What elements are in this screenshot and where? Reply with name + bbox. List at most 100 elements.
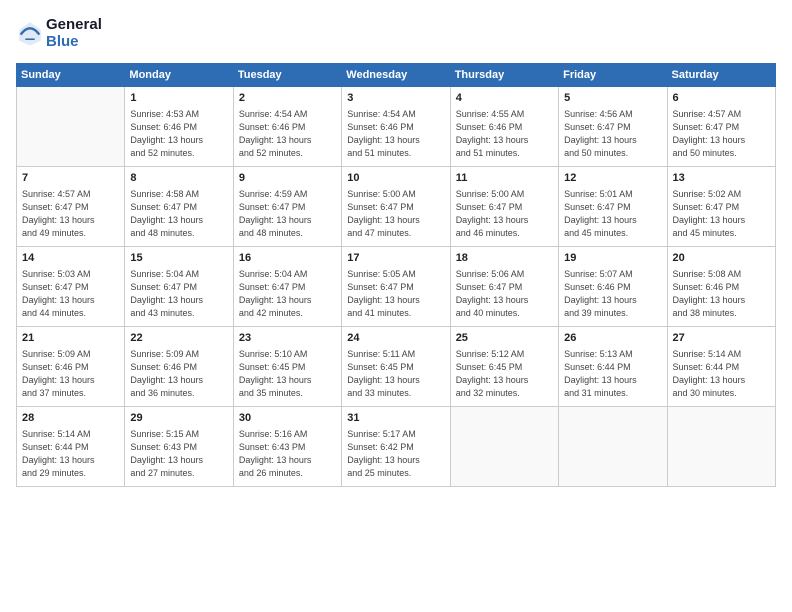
day-number: 21 [22,331,119,346]
calendar-cell: 22 Sunrise: 5:09 AMSunset: 6:46 PMDayligh… [125,326,233,406]
day-info: Sunrise: 4:53 AMSunset: 6:46 PMDaylight:… [130,108,227,160]
weekday-header-friday: Friday [559,63,667,86]
day-info: Sunrise: 5:05 AMSunset: 6:47 PMDaylight:… [347,268,444,320]
day-number: 4 [456,91,553,106]
day-info: Sunrise: 5:04 AMSunset: 6:47 PMDaylight:… [239,268,336,320]
day-info: Sunrise: 5:01 AMSunset: 6:47 PMDaylight:… [564,188,661,240]
calendar-week-1: 1 Sunrise: 4:53 AMSunset: 6:46 PMDaylight… [17,86,776,166]
calendar-cell: 17 Sunrise: 5:05 AMSunset: 6:47 PMDayligh… [342,246,450,326]
day-number: 8 [130,171,227,186]
day-number: 22 [130,331,227,346]
day-info: Sunrise: 5:04 AMSunset: 6:47 PMDaylight:… [130,268,227,320]
day-number: 18 [456,251,553,266]
calendar-cell [450,406,558,486]
weekday-header-tuesday: Tuesday [233,63,341,86]
calendar-cell: 16 Sunrise: 5:04 AMSunset: 6:47 PMDayligh… [233,246,341,326]
calendar-cell [559,406,667,486]
calendar-cell: 1 Sunrise: 4:53 AMSunset: 6:46 PMDaylight… [125,86,233,166]
day-number: 11 [456,171,553,186]
day-info: Sunrise: 5:14 AMSunset: 6:44 PMDaylight:… [22,428,119,480]
day-info: Sunrise: 4:59 AMSunset: 6:47 PMDaylight:… [239,188,336,240]
weekday-header-saturday: Saturday [667,63,775,86]
weekday-header-sunday: Sunday [17,63,125,86]
calendar-week-2: 7Sunrise: 4:57 AMSunset: 6:47 PMDaylight… [17,166,776,246]
day-number: 14 [22,251,119,266]
weekday-header-row: SundayMondayTuesdayWednesdayThursdayFrid… [17,63,776,86]
day-info: Sunrise: 5:09 AMSunset: 6:46 PMDaylight:… [130,348,227,400]
weekday-header-wednesday: Wednesday [342,63,450,86]
day-info: Sunrise: 5:11 AMSunset: 6:45 PMDaylight:… [347,348,444,400]
day-info: Sunrise: 5:00 AMSunset: 6:47 PMDaylight:… [456,188,553,240]
calendar-body: 1 Sunrise: 4:53 AMSunset: 6:46 PMDaylight… [17,86,776,486]
page-header: General Blue [16,16,776,51]
day-number: 1 [130,91,227,106]
day-number: 31 [347,411,444,426]
calendar-cell: 26 Sunrise: 5:13 AMSunset: 6:44 PMDayligh… [559,326,667,406]
calendar-table: SundayMondayTuesdayWednesdayThursdayFrid… [16,63,776,487]
calendar-cell: 18 Sunrise: 5:06 AMSunset: 6:47 PMDayligh… [450,246,558,326]
day-number: 16 [239,251,336,266]
calendar-cell: 28 Sunrise: 5:14 AMSunset: 6:44 PMDayligh… [17,406,125,486]
calendar-cell: 19Sunrise: 5:07 AMSunset: 6:46 PMDayligh… [559,246,667,326]
day-number: 28 [22,411,119,426]
calendar-cell: 2 Sunrise: 4:54 AMSunset: 6:46 PMDaylight… [233,86,341,166]
calendar-week-4: 21 Sunrise: 5:09 AMSunset: 6:46 PMDayligh… [17,326,776,406]
calendar-cell: 11 Sunrise: 5:00 AMSunset: 6:47 PMDayligh… [450,166,558,246]
day-info: Sunrise: 5:09 AMSunset: 6:46 PMDaylight:… [22,348,119,400]
day-info: Sunrise: 5:15 AMSunset: 6:43 PMDaylight:… [130,428,227,480]
calendar-cell [17,86,125,166]
calendar-cell: 21 Sunrise: 5:09 AMSunset: 6:46 PMDayligh… [17,326,125,406]
day-number: 3 [347,91,444,106]
day-number: 5 [564,91,661,106]
weekday-header-thursday: Thursday [450,63,558,86]
calendar-cell: 10 Sunrise: 5:00 AMSunset: 6:47 PMDayligh… [342,166,450,246]
logo-name: General [46,16,102,33]
day-number: 23 [239,331,336,346]
day-number: 20 [673,251,770,266]
day-info: Sunrise: 5:13 AMSunset: 6:44 PMDaylight:… [564,348,661,400]
calendar-cell: 31Sunrise: 5:17 AMSunset: 6:42 PMDayligh… [342,406,450,486]
day-info: Sunrise: 5:02 AMSunset: 6:47 PMDaylight:… [673,188,770,240]
day-info: Sunrise: 5:16 AMSunset: 6:43 PMDaylight:… [239,428,336,480]
day-info: Sunrise: 5:06 AMSunset: 6:47 PMDaylight:… [456,268,553,320]
day-number: 29 [130,411,227,426]
calendar-cell: 7Sunrise: 4:57 AMSunset: 6:47 PMDaylight… [17,166,125,246]
calendar-header: SundayMondayTuesdayWednesdayThursdayFrid… [17,63,776,86]
day-info: Sunrise: 4:55 AMSunset: 6:46 PMDaylight:… [456,108,553,160]
day-info: Sunrise: 5:12 AMSunset: 6:45 PMDaylight:… [456,348,553,400]
calendar-cell: 25 Sunrise: 5:12 AMSunset: 6:45 PMDayligh… [450,326,558,406]
day-number: 13 [673,171,770,186]
calendar-cell: 13 Sunrise: 5:02 AMSunset: 6:47 PMDayligh… [667,166,775,246]
calendar-cell: 4 Sunrise: 4:55 AMSunset: 6:46 PMDaylight… [450,86,558,166]
day-info: Sunrise: 4:54 AMSunset: 6:46 PMDaylight:… [239,108,336,160]
day-info: Sunrise: 5:08 AMSunset: 6:46 PMDaylight:… [673,268,770,320]
calendar-cell: 20 Sunrise: 5:08 AMSunset: 6:46 PMDayligh… [667,246,775,326]
weekday-header-monday: Monday [125,63,233,86]
calendar-cell: 15 Sunrise: 5:04 AMSunset: 6:47 PMDayligh… [125,246,233,326]
calendar-cell [667,406,775,486]
calendar-cell: 14Sunrise: 5:03 AMSunset: 6:47 PMDayligh… [17,246,125,326]
calendar-cell: 29 Sunrise: 5:15 AMSunset: 6:43 PMDayligh… [125,406,233,486]
day-number: 9 [239,171,336,186]
calendar-week-3: 14Sunrise: 5:03 AMSunset: 6:47 PMDayligh… [17,246,776,326]
day-number: 7 [22,171,119,186]
calendar-cell: 6Sunrise: 4:57 AMSunset: 6:47 PMDaylight… [667,86,775,166]
day-number: 17 [347,251,444,266]
day-info: Sunrise: 4:58 AMSunset: 6:47 PMDaylight:… [130,188,227,240]
calendar-cell: 5 Sunrise: 4:56 AMSunset: 6:47 PMDaylight… [559,86,667,166]
day-info: Sunrise: 4:57 AMSunset: 6:47 PMDaylight:… [673,108,770,160]
day-info: Sunrise: 5:14 AMSunset: 6:44 PMDaylight:… [673,348,770,400]
calendar-cell: 8 Sunrise: 4:58 AMSunset: 6:47 PMDaylight… [125,166,233,246]
day-number: 25 [456,331,553,346]
day-number: 30 [239,411,336,426]
day-info: Sunrise: 4:56 AMSunset: 6:47 PMDaylight:… [564,108,661,160]
day-number: 19 [564,251,661,266]
day-info: Sunrise: 5:00 AMSunset: 6:47 PMDaylight:… [347,188,444,240]
day-number: 10 [347,171,444,186]
calendar-cell: 3Sunrise: 4:54 AMSunset: 6:46 PMDaylight… [342,86,450,166]
day-number: 2 [239,91,336,106]
logo: General Blue [16,16,102,51]
calendar-cell: 12Sunrise: 5:01 AMSunset: 6:47 PMDayligh… [559,166,667,246]
day-number: 26 [564,331,661,346]
day-number: 15 [130,251,227,266]
